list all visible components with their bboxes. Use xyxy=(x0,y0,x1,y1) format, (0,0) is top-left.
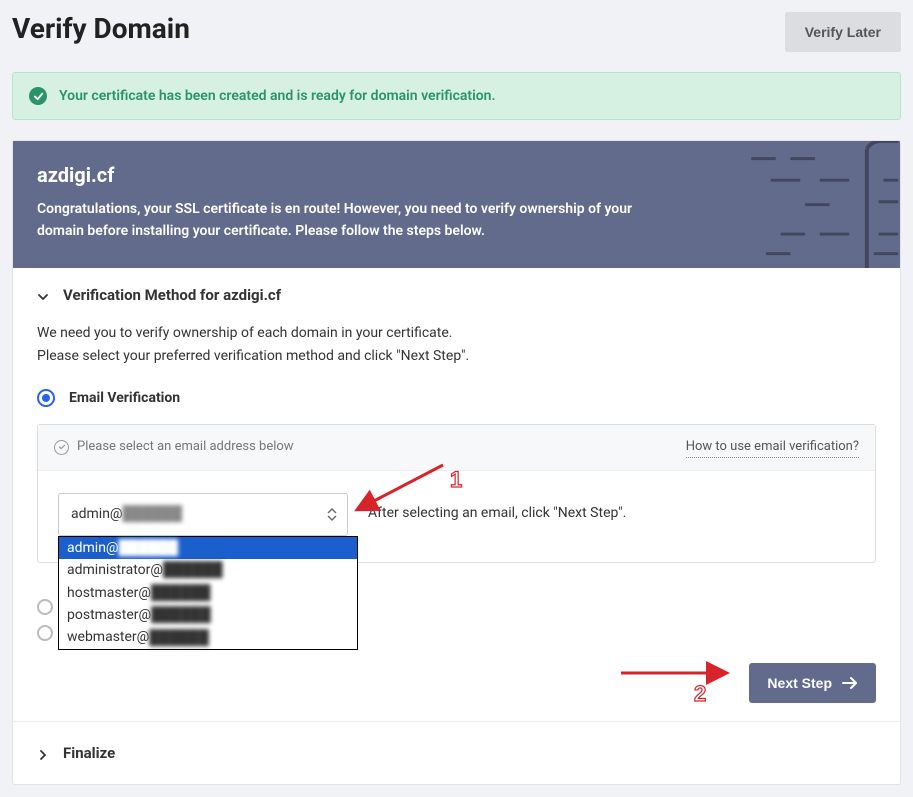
radio-email-verification[interactable] xyxy=(37,389,55,407)
dropdown-option-hostmaster[interactable]: hostmaster@██████ xyxy=(59,582,357,604)
email-select-value: admin@ xyxy=(71,506,123,522)
decorative-lines-icon xyxy=(720,141,900,268)
dropdown-option-postmaster[interactable]: postmaster@██████ xyxy=(59,604,357,626)
section-header-label: Verification Method for azdigi.cf xyxy=(63,286,281,304)
check-circle-icon xyxy=(29,87,47,105)
alert-text: Your certificate has been created and is… xyxy=(59,88,495,104)
dropdown-option-administrator[interactable]: administrator@██████ xyxy=(59,559,357,581)
help-link-email-verification[interactable]: How to use email verification? xyxy=(686,437,859,459)
annotation-arrow-2: 2 xyxy=(616,661,746,712)
email-select[interactable]: admin@██████ xyxy=(58,493,348,535)
dropdown-option-admin[interactable]: admin@██████ xyxy=(59,537,357,559)
next-step-label: Next Step xyxy=(767,675,832,691)
hero-banner: azdigi.cf Congratulations, your SSL cert… xyxy=(13,141,900,268)
arrow-right-icon xyxy=(842,677,858,689)
instruction-line-2: Please select your preferred verificatio… xyxy=(37,345,876,367)
email-panel: Please select an email address below How… xyxy=(37,424,876,563)
radio-email-label: Email Verification xyxy=(69,387,180,409)
after-select-hint: After selecting an email, click "Next St… xyxy=(368,493,626,524)
main-card: azdigi.cf Congratulations, your SSL cert… xyxy=(12,140,901,785)
select-arrows-icon xyxy=(327,507,339,523)
dropdown-option-webmaster[interactable]: webmaster@██████ xyxy=(59,626,357,648)
instruction-line-1: We need you to verify ownership of each … xyxy=(37,322,876,344)
chevron-right-icon xyxy=(37,747,49,759)
hero-message: Congratulations, your SSL certificate is… xyxy=(37,199,677,242)
email-dropdown: admin@██████ administrator@██████ hostma… xyxy=(58,536,358,650)
page-title: Verify Domain xyxy=(12,12,190,45)
panel-prompt: Please select an email address below xyxy=(77,437,294,458)
next-step-button[interactable]: Next Step xyxy=(749,663,876,703)
radio-option-2[interactable] xyxy=(37,599,53,615)
radio-option-3[interactable] xyxy=(37,625,53,641)
section-header-verification[interactable]: Verification Method for azdigi.cf xyxy=(37,286,876,304)
svg-text:1: 1 xyxy=(450,467,462,492)
svg-text:2: 2 xyxy=(694,681,706,706)
success-alert: Your certificate has been created and is… xyxy=(12,72,901,120)
section-header-finalize[interactable]: Finalize xyxy=(37,744,876,762)
finalize-label: Finalize xyxy=(63,744,115,762)
verify-later-button[interactable]: Verify Later xyxy=(785,12,901,52)
check-outline-icon xyxy=(54,440,69,455)
verification-section: Verification Method for azdigi.cf We nee… xyxy=(13,268,900,721)
chevron-down-icon xyxy=(37,289,49,301)
